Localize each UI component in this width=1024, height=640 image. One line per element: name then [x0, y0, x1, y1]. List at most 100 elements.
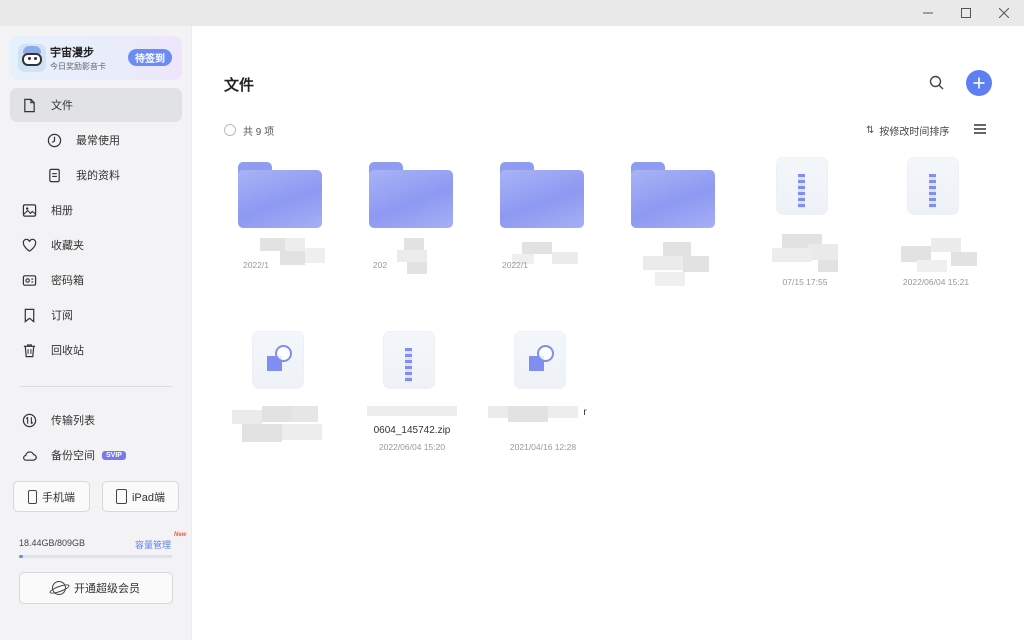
file-item-file[interactable]: r 2021/04/16 12:28: [488, 330, 598, 470]
sidebar-item-label: 传输列表: [51, 415, 95, 427]
phone-icon: [28, 489, 37, 504]
file-date: 07/15 17:55: [782, 277, 828, 287]
bookmark-icon: [21, 307, 37, 323]
storage-bar: [19, 555, 172, 558]
minimize-icon: [923, 12, 933, 14]
folder-icon: [238, 162, 322, 228]
phone-client-button[interactable]: 手机端: [13, 481, 90, 512]
close-icon: [999, 8, 1009, 18]
trash-icon: [21, 342, 37, 358]
maximize-icon: [961, 8, 971, 18]
sidebar-item-recent[interactable]: 最常使用: [10, 123, 182, 157]
user-name: 宇宙漫步: [50, 47, 94, 59]
safe-icon: [21, 272, 37, 288]
super-vip-label: 开通超级会员: [74, 583, 140, 595]
file-item-zip[interactable]: 07/15 17:55: [750, 156, 860, 296]
ipad-client-button[interactable]: iPad端: [102, 481, 179, 512]
sidebar-item-label: 最常使用: [76, 135, 120, 147]
sidebar-item-safe[interactable]: 密码箱: [10, 263, 182, 297]
sidebar-item-label: 文件: [51, 100, 73, 112]
blurred-filename: [232, 406, 332, 452]
file-item-folder[interactable]: [619, 156, 729, 296]
new-tag: New: [174, 532, 187, 538]
transfer-icon: [21, 412, 37, 428]
ipad-client-label: iPad端: [131, 491, 166, 504]
list-view-button[interactable]: [974, 124, 986, 134]
user-card[interactable]: 宇宙漫步 今日奖励影音卡 待签到: [10, 36, 182, 80]
sidebar-item-transfer-list[interactable]: 传输列表: [10, 403, 182, 437]
sidebar-item-label: 我的资料: [76, 170, 120, 182]
minimize-button[interactable]: [910, 0, 946, 26]
add-button[interactable]: [966, 70, 992, 96]
sidebar-item-trash[interactable]: 回收站: [10, 333, 182, 367]
photo-icon: [21, 202, 37, 218]
file-item-zip[interactable]: 0604_145742.zip 2022/06/04 15:20: [357, 330, 467, 470]
super-vip-button[interactable]: 开通超级会员: [19, 572, 173, 604]
zip-file-icon: [908, 158, 958, 214]
storage-manage-link[interactable]: 容量管理: [135, 538, 171, 551]
clock-icon: [46, 132, 62, 148]
zip-file-icon: [384, 332, 434, 388]
sidebar-item-album[interactable]: 相册: [10, 193, 182, 227]
file-date: 202: [372, 260, 388, 270]
close-button[interactable]: [986, 0, 1022, 26]
sidebar-item-label: 回收站: [51, 345, 84, 357]
sidebar: 宇宙漫步 今日奖励影音卡 待签到 文件 最常使用 我的资料 相册 收藏夹 密码箱…: [0, 26, 192, 640]
sort-button[interactable]: ⇅ 按修改时间排序: [866, 123, 949, 138]
sidebar-item-label: 备份空间: [51, 450, 95, 462]
file-name: r: [583, 407, 587, 418]
blurred-filename: [762, 234, 852, 276]
file-link-icon: [253, 332, 303, 388]
storage-bar-fill: [19, 555, 23, 558]
blurred-filename: [633, 238, 723, 290]
file-item-file[interactable]: [226, 330, 336, 470]
phone-client-label: 手机端: [42, 491, 75, 504]
user-subtitle: 今日奖励影音卡: [50, 62, 106, 71]
sidebar-divider: [20, 386, 172, 387]
sidebar-item-label: 收藏夹: [51, 240, 84, 252]
page-title: 文件: [224, 77, 255, 94]
avatar[interactable]: [18, 44, 46, 72]
sidebar-item-label: 相册: [51, 205, 73, 217]
sidebar-item-subscriptions[interactable]: 订阅: [10, 298, 182, 332]
file-name: 0604_145742.zip: [373, 425, 451, 436]
file-item-folder[interactable]: 202: [357, 156, 467, 296]
file-item-folder[interactable]: 2022/1: [488, 156, 598, 296]
checkin-button[interactable]: 待签到: [128, 49, 172, 66]
tablet-icon: [115, 489, 127, 504]
zip-file-icon: [777, 158, 827, 214]
sidebar-item-label: 密码箱: [51, 275, 84, 287]
search-icon: [929, 75, 944, 90]
file-item-zip[interactable]: 2022/06/04 15:21: [881, 156, 991, 296]
heart-icon: [21, 237, 37, 253]
plus-icon: [973, 77, 985, 89]
item-count: 共 9 项: [243, 127, 275, 138]
folder-icon: [500, 162, 584, 228]
sidebar-item-label: 订阅: [51, 310, 73, 322]
file-date: 2021/04/16 12:28: [509, 442, 577, 452]
folder-icon: [631, 162, 715, 228]
title-bar: [0, 0, 1024, 26]
sort-icon: ⇅: [866, 125, 875, 136]
maximize-button[interactable]: [948, 0, 984, 26]
planet-icon: [52, 581, 66, 595]
sidebar-item-files[interactable]: 文件: [10, 88, 182, 122]
file-date: 2022/06/04 15:20: [378, 442, 446, 452]
sidebar-item-backup[interactable]: 备份空间 SVIP: [10, 438, 182, 472]
file-icon: [21, 97, 37, 113]
blurred-filename: [891, 238, 981, 278]
sidebar-item-favorites[interactable]: 收藏夹: [10, 228, 182, 262]
file-date: 2022/06/04 15:21: [902, 277, 970, 287]
select-all-checkbox[interactable]: [224, 124, 236, 136]
list-view-icon: [974, 124, 986, 134]
file-date: 2022/1: [502, 260, 528, 270]
storage-usage-text: 18.44GB/809GB: [19, 538, 86, 548]
folder-icon: [369, 162, 453, 228]
file-item-folder[interactable]: 2022/1: [226, 156, 336, 296]
file-date: 2022/1: [243, 260, 269, 270]
blurred-filename: [367, 406, 457, 424]
sort-label: 按修改时间排序: [879, 127, 950, 138]
sidebar-item-my-documents[interactable]: 我的资料: [10, 158, 182, 192]
document-icon: [46, 167, 62, 183]
search-button[interactable]: [928, 74, 946, 92]
